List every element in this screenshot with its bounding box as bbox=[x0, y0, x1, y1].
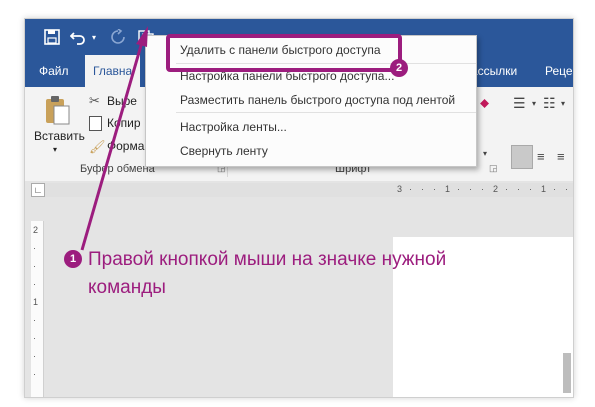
step-1-badge: 1 bbox=[64, 250, 82, 268]
highlight-frame bbox=[166, 34, 402, 72]
step-2-badge: 2 bbox=[390, 59, 408, 77]
instruction-text: Правой кнопкой мыши на значке нужной ком… bbox=[88, 249, 447, 298]
